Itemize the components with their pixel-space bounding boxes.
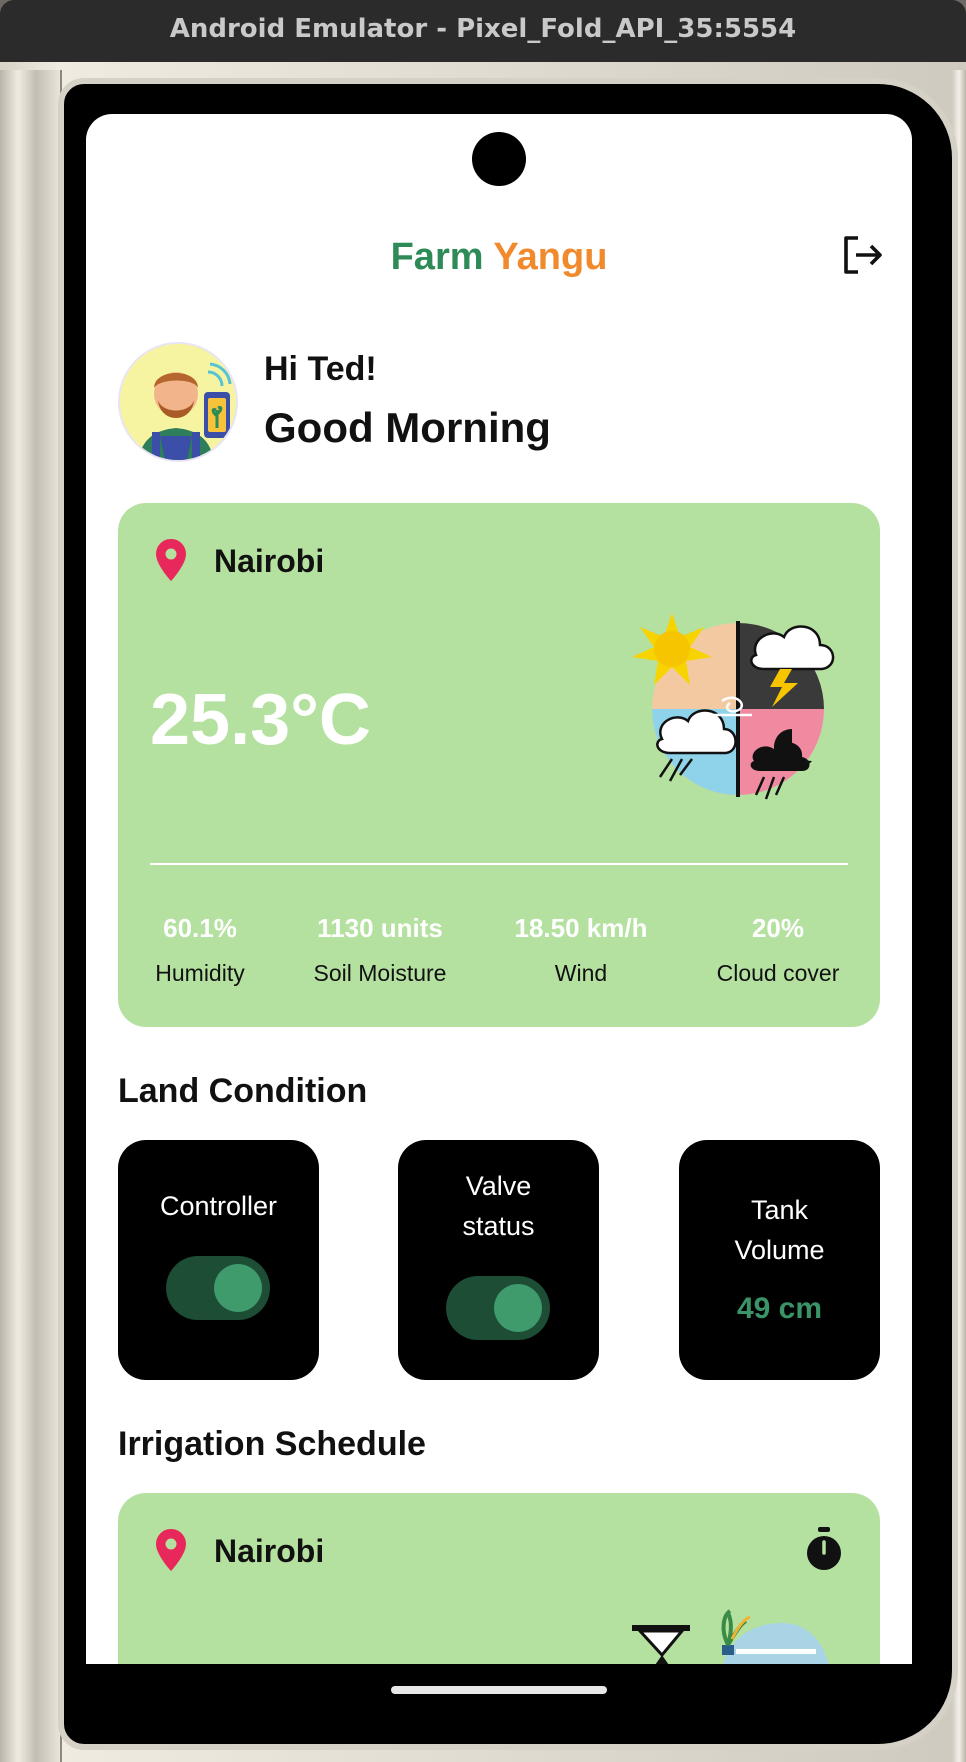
phone-screen: Farm Yangu Hi Ted! Good Morning Nairobi …	[86, 114, 912, 1664]
location-pin-icon	[156, 1529, 186, 1571]
controller-toggle-knob	[214, 1264, 262, 1312]
app-title-part2: Yangu	[483, 236, 608, 278]
schedule-location-name: Nairobi	[214, 1533, 325, 1569]
stat-wind-label: Wind	[554, 960, 608, 986]
device-hinge	[0, 70, 62, 1762]
weather-card[interactable]: Nairobi 25.3°C 60.1% Humidity 1130 units…	[118, 503, 880, 1027]
tank-label-line1: Tank	[750, 1195, 809, 1225]
home-gesture-handle[interactable]	[391, 1686, 607, 1694]
greeting-salutation: Good Morning	[264, 404, 551, 451]
stat-humidity-label: Humidity	[155, 960, 245, 986]
app-header: Farm Yangu	[86, 232, 912, 288]
emulator-title: Android Emulator - Pixel_Fold_API_35:555…	[169, 14, 797, 44]
land-condition-title: Land Condition	[118, 1072, 368, 1110]
system-navigation-bar	[86, 1664, 912, 1728]
valve-toggle[interactable]	[446, 1276, 550, 1340]
stat-cloud-cover-label: Cloud cover	[716, 960, 840, 986]
avatar[interactable]	[118, 342, 238, 462]
stat-wind-value: 18.50 km/h	[514, 913, 648, 943]
location-pin-icon	[156, 539, 186, 581]
valve-label-line1: Valve	[465, 1171, 532, 1201]
front-camera	[472, 132, 526, 186]
app-title-part1: Farm	[390, 236, 484, 278]
stat-soil-moisture: 1130 units Soil Moisture	[300, 913, 460, 987]
valve-toggle-knob	[494, 1284, 542, 1332]
stat-humidity: 60.1% Humidity	[140, 913, 260, 987]
tank-label-line2: Volume	[734, 1235, 825, 1265]
weather-illustration-icon	[632, 613, 835, 800]
stat-soil-moisture-value: 1130 units	[317, 913, 443, 943]
logout-button[interactable]	[840, 232, 886, 278]
irrigation-illustration-icon	[632, 1609, 829, 1664]
valve-label-line2: status	[462, 1211, 535, 1241]
stat-cloud-cover-value: 20%	[751, 913, 805, 943]
greeting-section: Hi Ted! Good Morning	[118, 342, 878, 466]
stat-humidity-value: 60.1%	[163, 913, 237, 943]
controller-toggle[interactable]	[166, 1256, 270, 1320]
emulator-titlebar: Android Emulator - Pixel_Fold_API_35:555…	[0, 0, 966, 62]
controller-tile: Controller	[118, 1140, 319, 1380]
app-title: Farm Yangu	[86, 236, 912, 279]
irrigation-schedule-title: Irrigation Schedule	[118, 1425, 426, 1463]
tank-tile: Tank Volume 49 cm	[679, 1140, 880, 1380]
farmer-avatar-icon	[120, 344, 236, 460]
weather-divider	[150, 863, 848, 865]
valve-tile: Valve status	[398, 1140, 599, 1380]
stat-cloud-cover: 20% Cloud cover	[708, 913, 848, 987]
temperature-value: 25.3°C	[150, 680, 371, 760]
tank-volume-value: 49 cm	[736, 1292, 823, 1325]
stat-soil-moisture-label: Soil Moisture	[313, 960, 447, 986]
controller-label: Controller	[159, 1191, 278, 1221]
greeting-name: Hi Ted!	[264, 350, 377, 388]
stat-wind: 18.50 km/h Wind	[506, 913, 656, 987]
irrigation-schedule-card[interactable]: Nairobi	[118, 1493, 880, 1664]
stopwatch-icon[interactable]	[804, 1527, 844, 1571]
weather-location-name: Nairobi	[214, 543, 325, 579]
logout-icon	[844, 236, 882, 274]
